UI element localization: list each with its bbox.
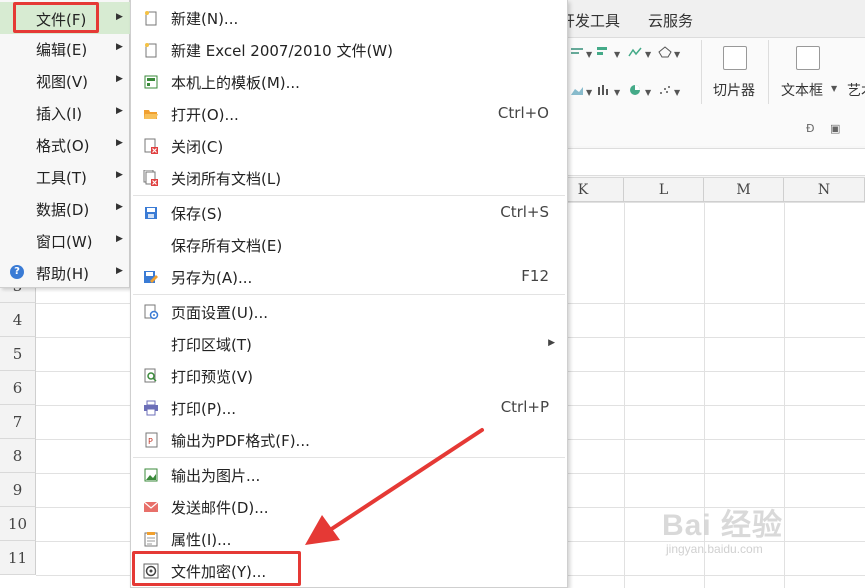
baidu-watermark: Bai 经验 jingyan.baidu.com — [662, 500, 862, 570]
watermark-brand: Bai 经验 — [662, 509, 784, 542]
watermark-url: jingyan.baidu.com — [666, 542, 763, 556]
